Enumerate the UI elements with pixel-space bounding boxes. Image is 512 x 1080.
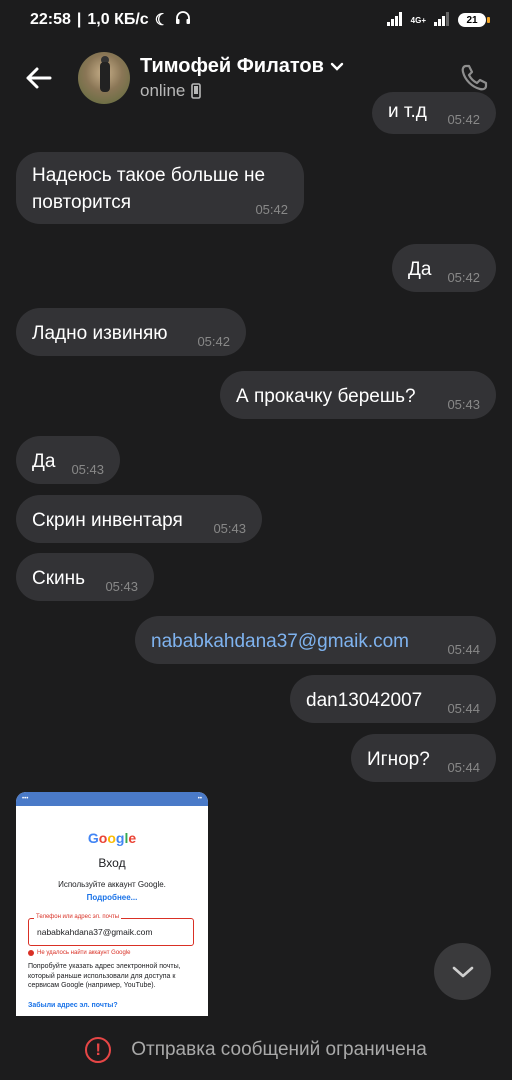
message-time: 05:42 [447,270,480,285]
message-text: Да [32,451,56,472]
message-time: 05:43 [213,521,246,536]
message-bubble[interactable]: Скинь 05:43 [16,553,154,601]
message-time: 05:43 [105,579,138,594]
message-time: 05:42 [255,202,288,217]
screenshot-title: Вход [98,856,126,870]
message-bubble[interactable]: Да 05:43 [16,436,120,484]
email-link[interactable]: nababkahdana37@gmaik.com [151,631,409,652]
google-logo: Google [87,830,137,846]
message-time: 05:42 [197,334,230,349]
messaging-restricted-banner: ! Отправка сообщений ограничена [0,1020,512,1080]
error-icon [28,950,34,956]
attached-screenshot[interactable]: ••• •• Google Вход Используйте аккаунт Go… [16,792,208,1016]
message-time: 05:43 [71,462,104,477]
message-bubble[interactable]: Надеюсь такое больше не повторится 05:42 [16,152,304,224]
message-text: Скрин инвентаря [32,510,183,531]
restricted-text: Отправка сообщений ограничена [131,1039,427,1060]
message-bubble[interactable]: Ладно извиняю 05:42 [16,308,246,356]
screenshot-hint: Попробуйте указать адрес электронной поч… [28,963,181,989]
chevron-down-icon [452,966,473,977]
message-text: Да [408,259,432,280]
message-text: Ладно извиняю [32,323,168,344]
message-time: 05:44 [447,760,480,775]
message-bubble[interactable]: nababkahdana37@gmaik.com 05:44 [135,616,496,664]
screenshot-error: Не удалось найти аккаунт Google [28,950,131,956]
message-time: 05:44 [447,642,480,657]
message-text: dan13042007 [306,690,423,711]
screenshot-error-text: Не удалось найти аккаунт Google [37,950,131,956]
message-text: Игнор? [367,749,430,770]
message-list[interactable]: и т.д 05:42 Надеюсь такое больше не повт… [0,0,512,1080]
message-text: Скинь [32,568,86,589]
message-time: 05:43 [447,397,480,412]
scroll-down-button[interactable] [434,943,491,1000]
message-bubble[interactable]: А прокачку берешь? 05:43 [220,371,496,419]
message-bubble[interactable]: Скрин инвентаря 05:43 [16,495,262,543]
message-bubble[interactable]: и т.д 05:42 [372,92,496,134]
screenshot-more-link: Подробнее... [86,893,138,902]
screenshot-forgot-link: Забыли адрес эл. почты? [28,1002,118,1009]
message-text: А прокачку берешь? [236,386,416,407]
message-bubble[interactable]: Да 05:42 [392,244,496,292]
screenshot-subtitle: Используйте аккаунт Google. [58,880,166,889]
screenshot-email-field: nababkahdana37@gmaik.com [28,918,194,946]
screenshot-status-bar: ••• •• [16,792,208,806]
message-time: 05:44 [447,701,480,716]
message-bubble[interactable]: Игнор? 05:44 [351,734,496,782]
message-bubble[interactable]: dan13042007 05:44 [290,675,496,723]
warning-icon: ! [85,1037,112,1063]
message-text: и т.д [388,101,427,122]
message-time: 05:42 [447,112,480,127]
screenshot-field-label: Телефон или адрес эл. почты [34,914,122,920]
